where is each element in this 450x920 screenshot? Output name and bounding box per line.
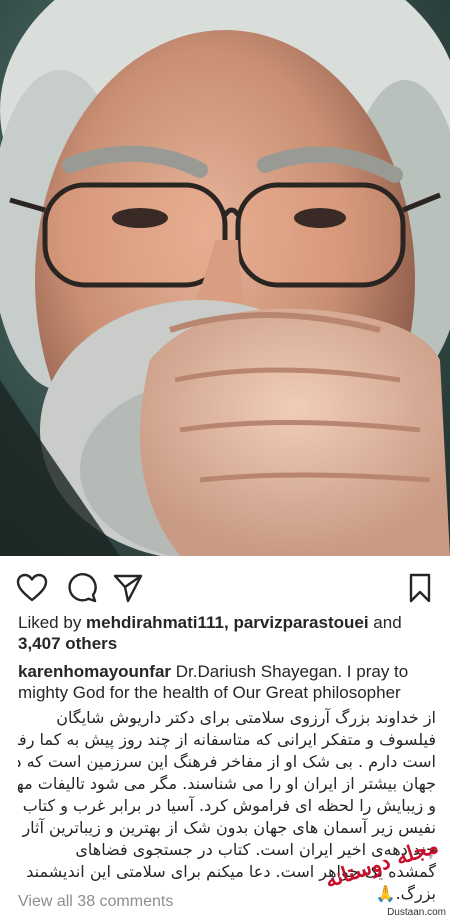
caption-line: نفیس زیر آسمان های جهان بدون شک از بهتری… — [22, 818, 436, 837]
caption-line: و زیبایش را لحظه ای فراموش کرد. آسیا در … — [22, 796, 436, 815]
comment-icon — [68, 573, 97, 603]
post-actions-bar — [0, 560, 450, 612]
caption-line: فیلسوف و متفکر ایرانی که متاسفانه از چند… — [18, 730, 436, 749]
caption-line: از خداوند بزرگ آرزوی سلامتی برای دکتر دا… — [56, 708, 436, 727]
bookmark-icon — [409, 573, 431, 603]
caption-username[interactable]: karenhomayounfar — [18, 662, 171, 681]
watermark: مجله دوستانه Dustaan.com — [322, 833, 446, 918]
likes-summary[interactable]: Liked by mehdirahmati111, parvizparastou… — [18, 612, 438, 654]
like-button[interactable] — [16, 572, 48, 604]
liked-by-users-link[interactable]: mehdirahmati111, parvizparastouei — [86, 613, 369, 632]
share-button[interactable] — [112, 572, 144, 604]
save-button[interactable] — [404, 572, 436, 604]
comment-button[interactable] — [66, 572, 98, 604]
caption-line: جهان بیشتر از ایران او را می شناسند. مگر… — [18, 774, 436, 793]
watermark-site: Dustaan.com — [387, 907, 446, 918]
heart-icon — [16, 573, 48, 602]
view-all-comments-link[interactable]: View all 38 comments — [18, 893, 173, 911]
portrait-illustration — [0, 0, 450, 556]
post-photo[interactable] — [0, 0, 450, 556]
likes-prefix: Liked by — [18, 613, 87, 632]
likes-and: and — [368, 613, 402, 632]
likes-count-link[interactable]: 3,407 others — [18, 634, 117, 653]
caption-line: است دارم . بی شک او از مفاخر فرهنگ این س… — [18, 752, 436, 771]
paper-plane-icon — [113, 574, 143, 603]
